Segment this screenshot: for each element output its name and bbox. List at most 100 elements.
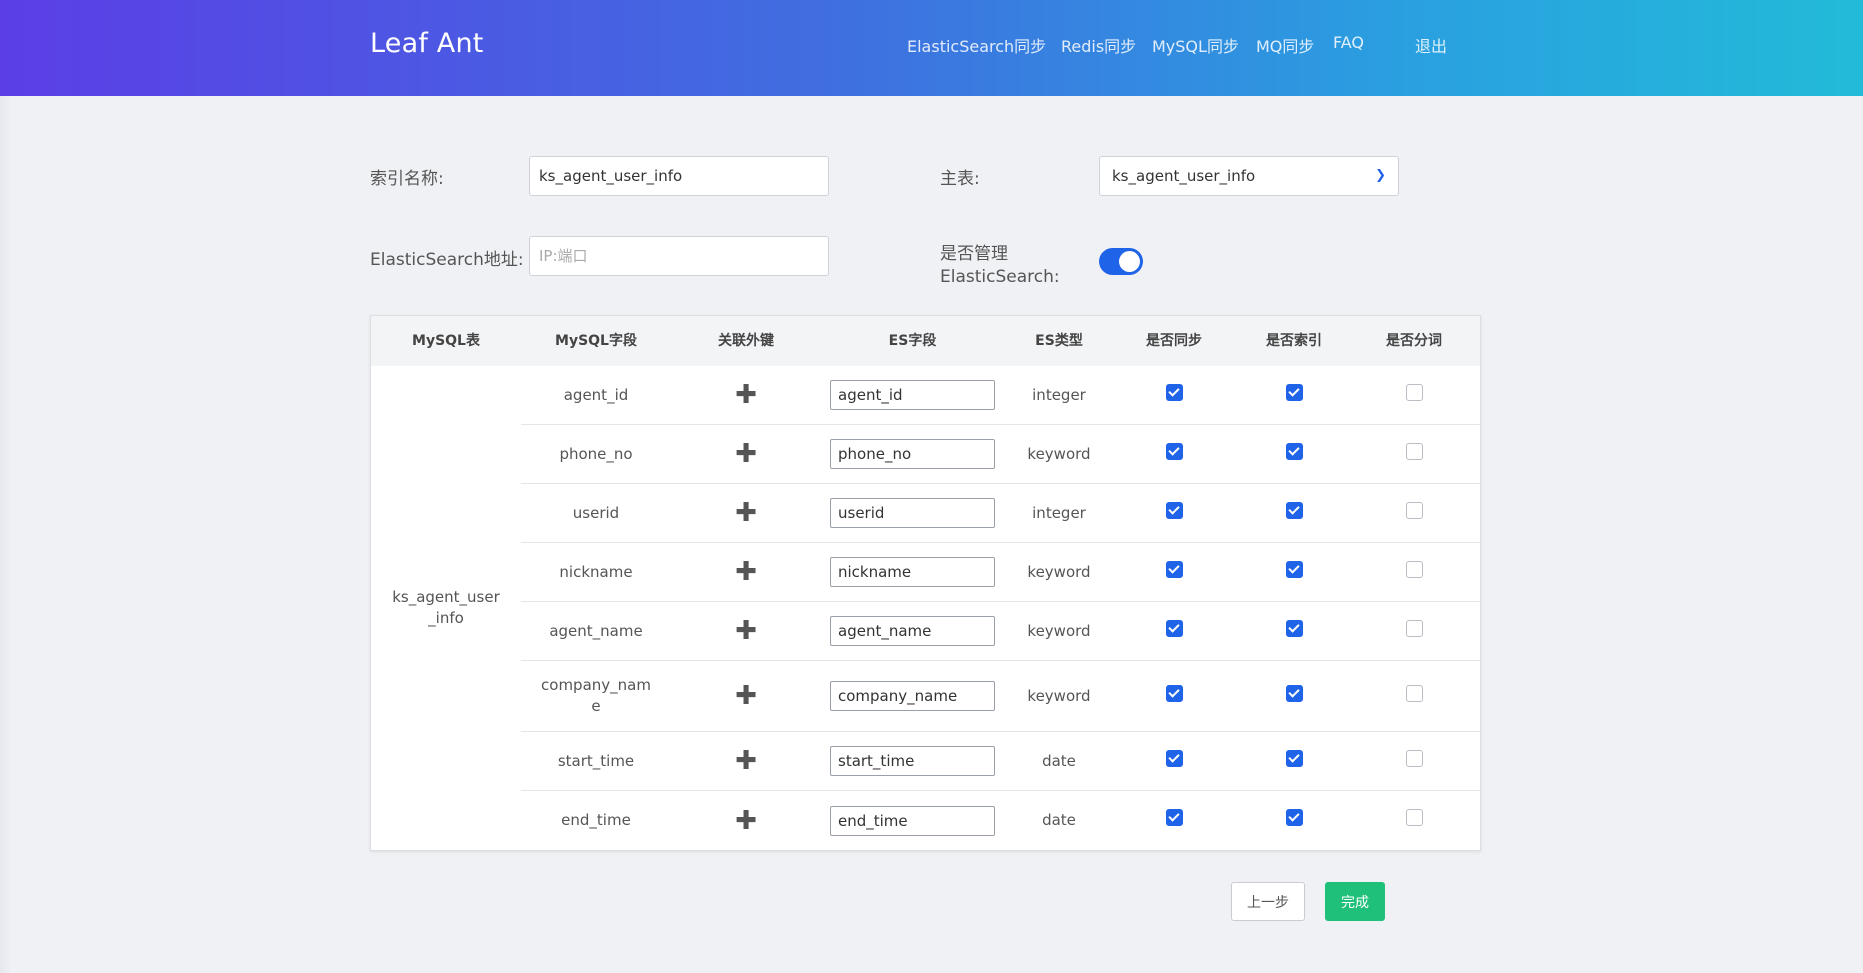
index-cell	[1234, 484, 1354, 542]
nav-logout[interactable]: 退出	[1415, 33, 1447, 57]
sync-checkbox[interactable]	[1165, 501, 1183, 519]
sync-checkbox[interactable]	[1165, 684, 1183, 702]
sync-cell	[1114, 791, 1234, 850]
es-type-value: date	[1042, 751, 1076, 770]
analyze-cell	[1354, 484, 1474, 542]
analyze-checkbox[interactable]	[1405, 684, 1423, 702]
analyze-cell	[1354, 661, 1474, 731]
es-field-input[interactable]	[830, 380, 995, 410]
es-field-input[interactable]	[830, 616, 995, 646]
sync-checkbox[interactable]	[1165, 442, 1183, 460]
es-type-value: integer	[1032, 385, 1086, 404]
analyze-checkbox[interactable]	[1405, 383, 1423, 401]
sync-cell	[1114, 661, 1234, 731]
sync-cell	[1114, 602, 1234, 660]
nav-mysql-sync[interactable]: MySQL同步	[1152, 33, 1239, 57]
mysql-field-name: start_time	[557, 751, 635, 770]
table-header: MySQL表 MySQL字段 关联外键 ES字段 ES类型 是否同步 是否索引 …	[371, 316, 1480, 366]
plus-icon[interactable]: ✚	[735, 559, 757, 585]
top-navbar: Leaf Ant ElasticSearch同步 Redis同步 MySQL同步…	[0, 0, 1863, 96]
es-field-cell	[821, 602, 1004, 660]
plus-icon[interactable]: ✚	[735, 618, 757, 644]
index-checkbox[interactable]	[1285, 684, 1303, 702]
sync-cell	[1114, 425, 1234, 483]
es-field-input[interactable]	[830, 805, 995, 836]
foreign-key-cell: ✚	[671, 661, 821, 731]
header-es-type: ES类型	[1035, 333, 1083, 349]
analyze-checkbox[interactable]	[1405, 501, 1423, 519]
field-mapping-table: MySQL表 MySQL字段 关联外键 ES字段 ES类型 是否同步 是否索引 …	[370, 315, 1481, 851]
sync-cell	[1114, 543, 1234, 601]
analyze-checkbox[interactable]	[1405, 442, 1423, 460]
table-row: agent_id ✚ integer	[521, 366, 1480, 425]
es-type-cell: integer	[1004, 484, 1114, 542]
sync-checkbox[interactable]	[1165, 809, 1183, 826]
brand-logo[interactable]: Leaf Ant	[370, 28, 484, 59]
table-row: end_time ✚ date	[521, 791, 1480, 850]
main-table-select[interactable]: ks_agent_user_info ❯	[1099, 156, 1399, 196]
es-field-input[interactable]	[830, 439, 995, 469]
analyze-cell	[1354, 732, 1474, 790]
es-field-input[interactable]	[830, 681, 995, 711]
sync-checkbox[interactable]	[1165, 619, 1183, 637]
sync-cell	[1114, 732, 1234, 790]
index-checkbox[interactable]	[1285, 501, 1303, 519]
es-type-cell: keyword	[1004, 425, 1114, 483]
sync-checkbox[interactable]	[1165, 560, 1183, 578]
analyze-checkbox[interactable]	[1405, 749, 1423, 767]
analyze-checkbox[interactable]	[1405, 809, 1423, 826]
foreign-key-cell: ✚	[671, 732, 821, 790]
es-type-value: keyword	[1027, 444, 1091, 463]
manage-es-label-line1: 是否管理	[940, 244, 1008, 264]
es-field-input[interactable]	[830, 746, 995, 776]
sync-cell	[1114, 484, 1234, 542]
plus-icon[interactable]: ✚	[735, 748, 757, 774]
index-cell	[1234, 732, 1354, 790]
index-checkbox[interactable]	[1285, 560, 1303, 578]
es-field-cell	[821, 732, 1004, 790]
analyze-checkbox[interactable]	[1405, 560, 1423, 578]
analyze-cell	[1354, 366, 1474, 424]
index-checkbox[interactable]	[1285, 809, 1303, 826]
sync-checkbox[interactable]	[1165, 383, 1183, 401]
mysql-field-cell: nickname	[521, 543, 671, 601]
es-type-cell: date	[1004, 732, 1114, 790]
mysql-field-cell: company_name	[521, 661, 671, 731]
manage-es-label-line2: ElasticSearch:	[940, 267, 1060, 287]
es-type-value: keyword	[1027, 686, 1091, 705]
sync-cell	[1114, 366, 1234, 424]
nav-mq-sync[interactable]: MQ同步	[1256, 33, 1314, 57]
prev-step-button[interactable]: 上一步	[1231, 882, 1305, 921]
plus-icon[interactable]: ✚	[735, 441, 757, 467]
es-address-input[interactable]	[529, 236, 829, 276]
mysql-field-name: agent_name	[549, 621, 643, 640]
nav-redis-sync[interactable]: Redis同步	[1061, 33, 1136, 57]
index-name-input[interactable]	[529, 156, 829, 196]
plus-icon[interactable]: ✚	[735, 683, 757, 709]
mysql-field-name: agent_id	[563, 385, 629, 404]
index-name-label: 索引名称:	[370, 169, 444, 189]
index-checkbox[interactable]	[1285, 383, 1303, 401]
analyze-checkbox[interactable]	[1405, 619, 1423, 637]
index-checkbox[interactable]	[1285, 749, 1303, 767]
es-type-value: keyword	[1027, 621, 1091, 640]
header-sync: 是否同步	[1146, 333, 1202, 349]
index-cell	[1234, 543, 1354, 601]
nav-elasticsearch-sync[interactable]: ElasticSearch同步	[907, 33, 1046, 57]
index-cell	[1234, 425, 1354, 483]
header-analyze: 是否分词	[1386, 333, 1442, 349]
es-field-input[interactable]	[830, 498, 995, 528]
done-button[interactable]: 完成	[1325, 882, 1385, 921]
index-checkbox[interactable]	[1285, 442, 1303, 460]
mysql-field-cell: userid	[521, 484, 671, 542]
plus-icon[interactable]: ✚	[735, 500, 757, 526]
plus-icon[interactable]: ✚	[735, 382, 757, 408]
plus-icon[interactable]: ✚	[735, 808, 757, 834]
mysql-field-name: phone_no	[559, 444, 633, 463]
es-type-cell: keyword	[1004, 602, 1114, 660]
sync-checkbox[interactable]	[1165, 749, 1183, 767]
index-checkbox[interactable]	[1285, 619, 1303, 637]
manage-es-toggle[interactable]	[1099, 248, 1143, 275]
es-field-input[interactable]	[830, 557, 995, 587]
nav-faq[interactable]: FAQ	[1333, 33, 1364, 52]
